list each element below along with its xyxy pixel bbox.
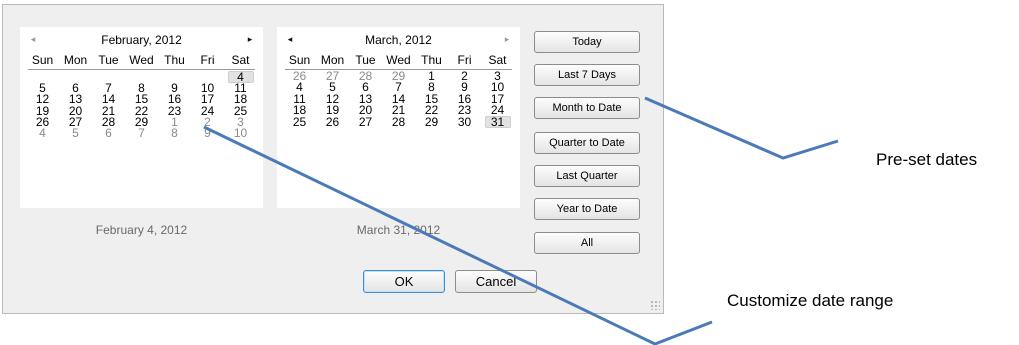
customize-range-label: Customize date range: [727, 291, 894, 310]
custom-callout-line: [203, 125, 713, 345]
preset-dates-label: Pre-set dates: [876, 150, 978, 169]
preset-callout-line: [644, 96, 839, 160]
